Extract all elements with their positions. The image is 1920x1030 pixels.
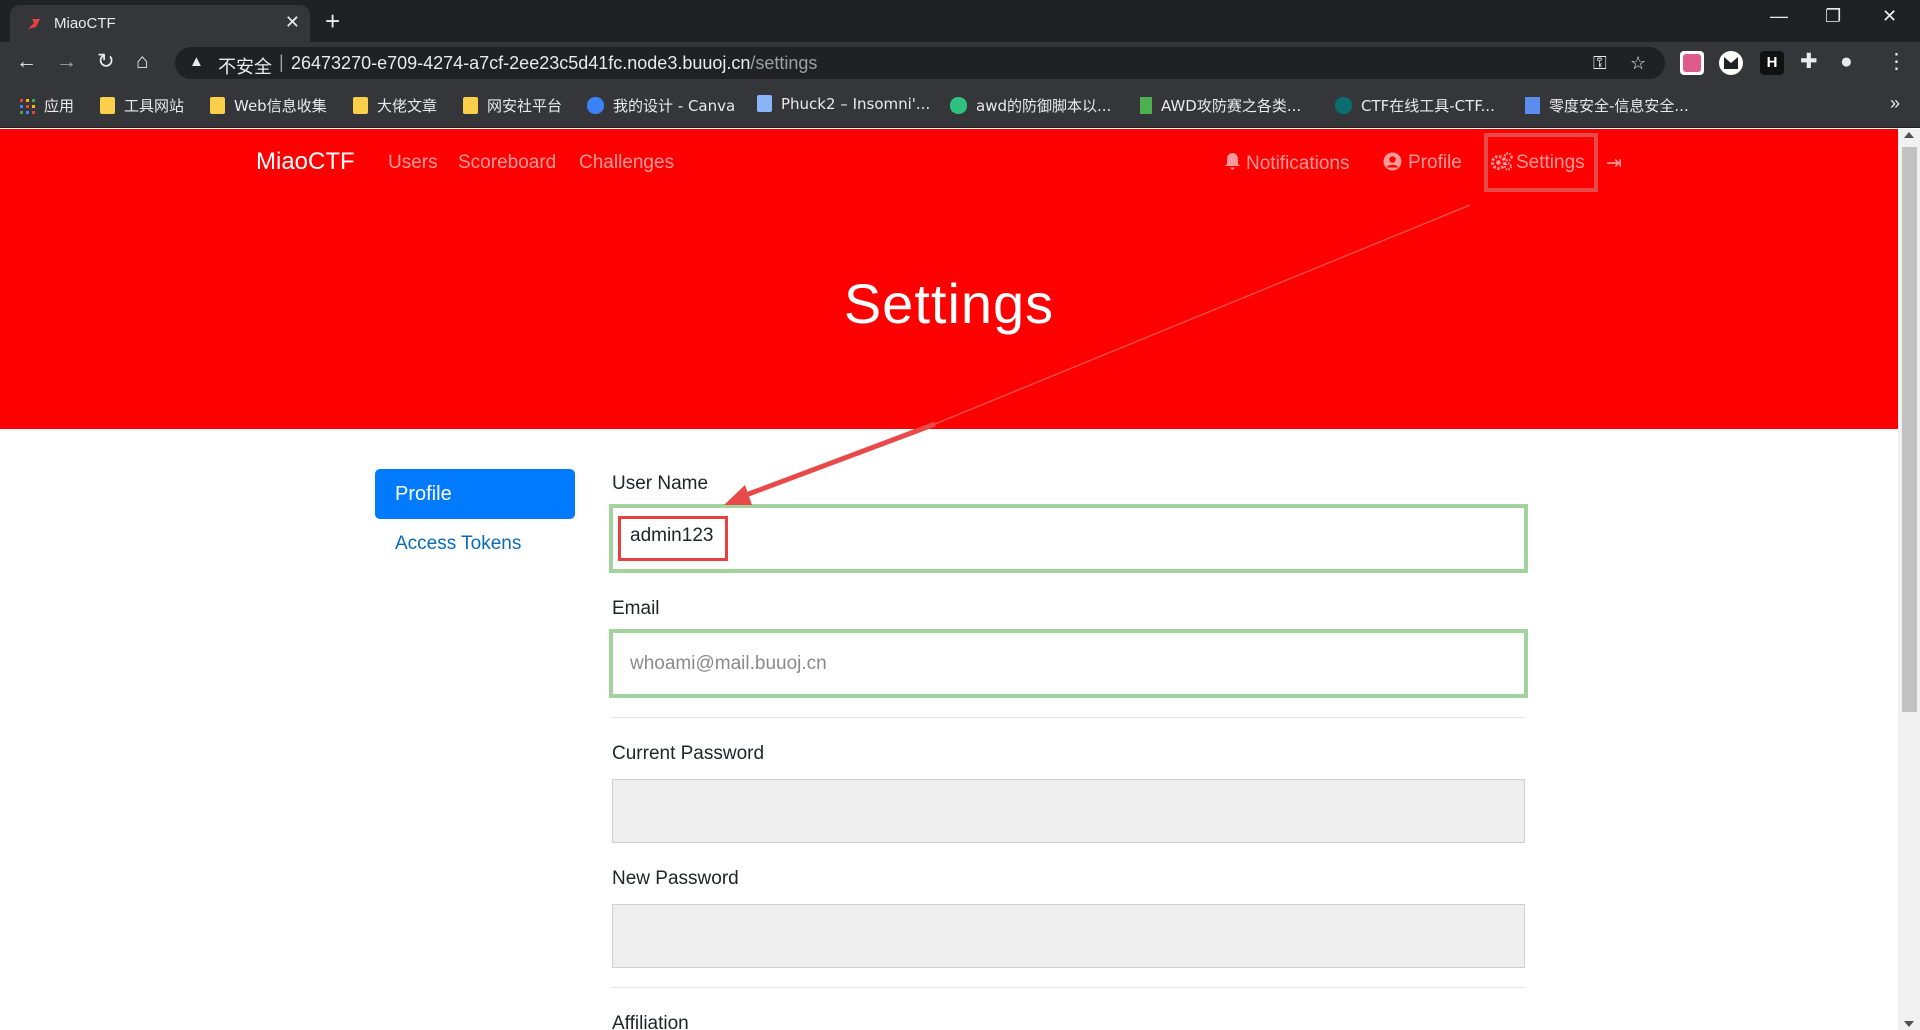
bookmark-awd-attack[interactable]: AWD攻防赛之各类...: [1140, 95, 1301, 116]
scroll-up-icon[interactable]: [1904, 132, 1914, 138]
bookmarks-overflow-icon[interactable]: »: [1890, 93, 1900, 114]
restore-icon[interactable]: ❐: [1825, 6, 1841, 27]
bars-icon: [1140, 97, 1152, 114]
url-text[interactable]: 26473270-e709-4274-a7cf-2ee23c5d41fc.nod…: [291, 53, 817, 74]
apps-grid-icon: [20, 99, 35, 114]
bookmark-label: Web信息收集: [234, 97, 327, 115]
forward-icon[interactable]: →: [56, 50, 77, 74]
email-field[interactable]: whoami@mail.buuoj.cn: [609, 629, 1528, 698]
site-brand[interactable]: MiaoCTF: [256, 148, 355, 176]
nav-challenges[interactable]: Challenges: [579, 152, 674, 174]
email-placeholder: whoami@mail.buuoj.cn: [630, 653, 827, 674]
form-divider: [612, 717, 1525, 718]
ctf-icon: [1335, 97, 1352, 114]
back-icon[interactable]: ←: [16, 50, 37, 74]
username-label: User Name: [612, 473, 709, 494]
bookmark-zero-security[interactable]: 零度安全-信息安全...: [1525, 95, 1689, 116]
folder-icon: [100, 97, 115, 114]
nav-notifications[interactable]: Notifications: [1224, 152, 1350, 175]
bell-icon: [1225, 153, 1240, 170]
username-field[interactable]: admin123: [609, 504, 1528, 573]
nav-profile-label: Profile: [1408, 152, 1462, 173]
bookmarks-bar: 应用 工具网站 Web信息收集 大佬文章 网安社平台 我的设计 - Canva …: [0, 84, 1920, 128]
bookmark-label: AWD攻防赛之各类...: [1161, 97, 1302, 115]
scroll-thumb[interactable]: [1902, 147, 1917, 712]
new-password-label: New Password: [612, 868, 739, 889]
folder-icon: [353, 97, 368, 114]
user-circle-icon: [1383, 152, 1402, 171]
bookmark-label: 网安社平台: [487, 97, 563, 115]
bookmark-star-icon[interactable]: ☆: [1630, 53, 1646, 74]
tab-title: MiaoCTF: [54, 15, 116, 32]
page-scrollbar[interactable]: [1898, 129, 1920, 1030]
zero-icon: [1525, 97, 1540, 114]
bookmark-phuck2[interactable]: Phuck2 – Insomni'...: [757, 95, 930, 113]
minimize-icon[interactable]: —: [1770, 6, 1788, 27]
n-icon: [950, 97, 967, 114]
bookmark-label: 工具网站: [124, 97, 185, 115]
bookmark-apps[interactable]: 应用: [20, 95, 74, 116]
nav-profile[interactable]: Profile: [1383, 152, 1462, 174]
bookmark-platform-folder[interactable]: 网安社平台: [463, 95, 562, 116]
page-icon: [757, 95, 772, 112]
browser-toolbar: ← → ↻ ⌂ ▲ 不安全 | 26473270-e709-4274-a7cf-…: [0, 42, 1920, 84]
bookmark-label: 大佬文章: [377, 97, 438, 115]
nav-users[interactable]: Users: [388, 152, 438, 174]
sidebar-item-access-tokens[interactable]: Access Tokens: [395, 533, 521, 555]
bookmark-label: Phuck2 – Insomni'...: [781, 95, 931, 113]
bookmark-canva[interactable]: 我的设计 - Canva: [587, 95, 735, 116]
site-favicon-icon: [28, 19, 40, 29]
browser-tab-strip: MiaoCTF ✕ + — ❐ ✕: [0, 0, 1920, 42]
reload-icon[interactable]: ↻: [97, 50, 115, 74]
bookmark-web-info-folder[interactable]: Web信息收集: [210, 95, 327, 116]
address-bar[interactable]: ▲ 不安全 | 26473270-e709-4274-a7cf-2ee23c5d…: [175, 47, 1665, 79]
form-divider: [612, 987, 1525, 988]
password-key-icon[interactable]: ⚿: [1593, 53, 1607, 74]
url-host: 26473270-e709-4274-a7cf-2ee23c5d41fc.nod…: [291, 53, 751, 73]
browser-menu-icon[interactable]: ⋮: [1886, 50, 1907, 74]
home-icon[interactable]: ⌂: [136, 50, 149, 74]
logout-icon[interactable]: ⇥: [1606, 152, 1622, 175]
url-path: /settings: [750, 53, 818, 73]
nav-notifications-label: Notifications: [1246, 153, 1350, 174]
url-separator: |: [279, 52, 284, 72]
username-value: admin123: [630, 525, 714, 546]
bookmark-label: CTF在线工具-CTF...: [1361, 97, 1495, 115]
browser-tab[interactable]: MiaoCTF ✕: [10, 5, 310, 42]
extension-2-icon[interactable]: [1719, 51, 1743, 75]
tab-close-icon[interactable]: ✕: [285, 12, 300, 33]
bookmark-articles-folder[interactable]: 大佬文章: [353, 95, 437, 116]
hero-banner: MiaoCTF Users Scoreboard Challenges Noti…: [0, 129, 1898, 429]
current-password-field[interactable]: [612, 779, 1525, 843]
bookmark-label: awd的防御脚本以...: [976, 97, 1112, 115]
new-tab-button[interactable]: +: [325, 6, 340, 37]
settings-highlight-box: [1484, 133, 1598, 192]
page-title: Settings: [843, 272, 1055, 335]
bookmark-label: 应用: [44, 97, 75, 115]
bookmark-tools-folder[interactable]: 工具网站: [100, 95, 184, 116]
window-close-icon[interactable]: ✕: [1882, 6, 1897, 27]
email-label: Email: [612, 598, 660, 619]
folder-icon: [210, 97, 225, 114]
extension-3-icon[interactable]: H: [1760, 51, 1784, 75]
nav-scoreboard[interactable]: Scoreboard: [458, 152, 556, 174]
bookmark-ctf-tools[interactable]: CTF在线工具-CTF...: [1335, 95, 1495, 116]
not-secure-label[interactable]: 不安全: [218, 53, 272, 79]
page-viewport: MiaoCTF Users Scoreboard Challenges Noti…: [0, 129, 1898, 1030]
bookmark-awd-defense[interactable]: awd的防御脚本以...: [950, 95, 1111, 116]
affiliation-label: Affiliation: [612, 1013, 689, 1030]
folder-icon: [463, 97, 478, 114]
sidebar-item-profile[interactable]: Profile: [375, 469, 575, 519]
current-password-label: Current Password: [612, 743, 765, 764]
sidebar-item-label: Profile: [395, 483, 452, 505]
scroll-down-icon[interactable]: [1904, 1021, 1914, 1027]
not-secure-warning-icon[interactable]: ▲: [189, 53, 204, 70]
canva-icon: [587, 97, 604, 114]
profile-avatar-icon[interactable]: ●: [1840, 50, 1853, 74]
extensions-puzzle-icon[interactable]: ✚: [1800, 50, 1818, 74]
new-password-field[interactable]: [612, 904, 1525, 968]
bookmark-label: 我的设计 - Canva: [613, 97, 736, 115]
bookmark-label: 零度安全-信息安全...: [1549, 97, 1689, 115]
extension-1-icon[interactable]: [1680, 51, 1704, 75]
